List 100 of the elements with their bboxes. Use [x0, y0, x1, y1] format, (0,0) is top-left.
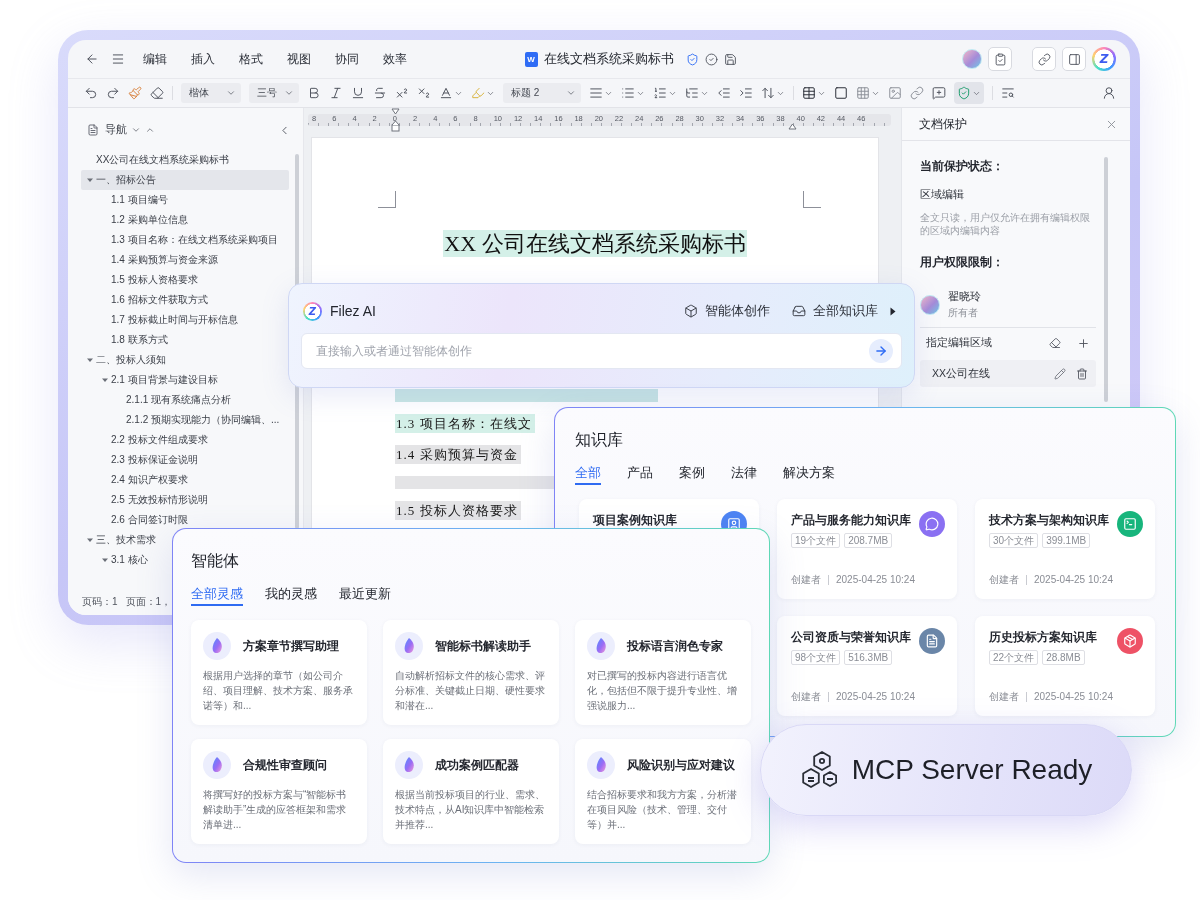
nav-item[interactable]: 1.5 投标人资格要求	[81, 270, 202, 290]
indent-marker-icon[interactable]	[391, 108, 400, 132]
image-icon[interactable]	[888, 86, 902, 100]
square-icon[interactable]	[834, 86, 848, 100]
font-color-icon[interactable]	[439, 86, 453, 100]
outdent-icon[interactable]	[717, 86, 731, 100]
nav-item[interactable]: 三、技术需求	[81, 530, 160, 550]
user-icon[interactable]	[1102, 86, 1116, 100]
clipboard-check-icon[interactable]	[993, 52, 1007, 66]
knowledge-card[interactable]: 技术方案与架构知识库 30个文件 399.1MB 创建者 2025-04-25 10:24	[975, 499, 1155, 599]
tab[interactable]: 最近更新	[339, 586, 391, 606]
link-icon[interactable]	[1037, 52, 1051, 66]
nav-item[interactable]: 1.4 采购预算与资金来源	[81, 250, 222, 270]
comment-icon[interactable]	[932, 86, 946, 100]
clipboard-button[interactable]	[988, 47, 1012, 71]
bullet-list-icon[interactable]	[621, 86, 635, 100]
bold-icon[interactable]	[307, 86, 321, 100]
nav-item[interactable]: 2.1.2 预期实现能力（协同编辑、...	[81, 410, 284, 430]
superscript-icon[interactable]	[395, 86, 409, 100]
margin-marker-icon[interactable]	[788, 123, 797, 130]
chevron-up-icon[interactable]	[145, 125, 155, 135]
action-button[interactable]: 全部知识库	[792, 302, 878, 320]
eraser-icon[interactable]	[1049, 337, 1061, 349]
indent-icon[interactable]	[739, 86, 753, 100]
document-icon[interactable]	[87, 124, 99, 136]
caret-icon[interactable]	[86, 356, 94, 364]
undo-icon[interactable]	[84, 86, 98, 100]
nav-item[interactable]: 1.1 项目编号	[81, 190, 172, 210]
nav-item[interactable]: 1.2 采购单位信息	[81, 210, 192, 230]
font-size-select[interactable]: 三号	[249, 83, 299, 103]
up-down-arrows-icon[interactable]	[761, 86, 775, 100]
menu-icon[interactable]	[111, 52, 125, 66]
tab[interactable]: 解决方案	[783, 465, 835, 485]
panel-icon[interactable]	[1067, 52, 1081, 66]
font-select[interactable]: 楷体	[181, 83, 241, 103]
nav-item[interactable]: 2.1.1 现有系统痛点分析	[81, 390, 236, 410]
caret-icon[interactable]	[86, 536, 94, 544]
nav-item[interactable]: 1.3 项目名称：在线文档系统采购项目	[81, 230, 282, 250]
prompt-field[interactable]: 直接输入或者通过智能体创作	[301, 333, 902, 369]
agent-card[interactable]: 风险识别与应对建议 结合招标要求和我方方案，分析潜在项目风险（技术、管理、交付等）并...	[575, 739, 751, 844]
caret-icon[interactable]	[101, 376, 109, 384]
nav-item[interactable]: 1.7 投标截止时间与开标信息	[81, 310, 242, 330]
align-icon[interactable]	[589, 86, 603, 100]
redo-icon[interactable]	[106, 86, 120, 100]
style-select[interactable]: 标题 2	[503, 83, 581, 103]
agent-card[interactable]: 成功案例匹配器 根据当前投标项目的行业、需求、技术特点，从AI知识库中智能检索并推荐...	[383, 739, 559, 844]
tab[interactable]: 法律	[731, 465, 757, 485]
grid-icon[interactable]	[856, 86, 870, 100]
link-button[interactable]	[1032, 47, 1056, 71]
shield-check-icon[interactable]	[685, 52, 699, 66]
nav-item[interactable]: 二、投标人须知	[81, 350, 170, 370]
knowledge-card[interactable]: 历史投标方案知识库 22个文件 28.8MB 创建者 2025-04-25 10:24	[975, 616, 1155, 716]
edit-icon[interactable]	[1054, 367, 1066, 380]
menu-item[interactable]: 效率	[377, 51, 413, 67]
add-icon[interactable]	[1077, 336, 1090, 350]
nav-item[interactable]: 2.3 投标保证金说明	[81, 450, 202, 470]
delete-icon[interactable]	[1076, 367, 1088, 380]
tab[interactable]: 全部	[575, 465, 601, 485]
caret-icon[interactable]	[101, 556, 109, 564]
caret-icon[interactable]	[86, 176, 94, 184]
subscript-icon[interactable]	[417, 86, 431, 100]
tab[interactable]: 产品	[627, 465, 653, 485]
caret-right-icon[interactable]	[890, 306, 896, 316]
nav-item[interactable]: 一、招标公告	[81, 170, 289, 190]
check-circle-icon[interactable]	[704, 52, 718, 66]
agent-card[interactable]: 合规性审查顾问 将撰写好的投标方案与“智能标书解读助手”生成的应答框架和需求清单进...	[191, 739, 367, 844]
nav-item[interactable]: 1.8 联系方式	[81, 330, 172, 350]
numbered-list-icon[interactable]	[653, 86, 667, 100]
cube-icon[interactable]	[684, 304, 698, 318]
app-logo[interactable]: Z	[1092, 47, 1116, 71]
paintbrush-icon[interactable]	[128, 86, 142, 100]
agent-card[interactable]: 方案章节撰写助理 根据用户选择的章节（如公司介绍、项目理解、技术方案、服务承诺等）和...	[191, 620, 367, 725]
send-button[interactable]	[869, 339, 893, 363]
agent-card[interactable]: 智能标书解读助手 自动解析招标文件的核心需求、评分标准、关键截止日期、硬性要求和潜在...	[383, 620, 559, 725]
search-icon[interactable]	[1001, 86, 1015, 100]
table-icon[interactable]	[802, 86, 816, 100]
nav-item[interactable]: XX公司在线文档系统采购标书	[81, 150, 234, 170]
agent-card[interactable]: 投标语言润色专家 对已撰写的投标内容进行语言优化，包括但不限于提升专业性、增强说服力...	[575, 620, 751, 725]
action-button[interactable]: 智能体创作	[684, 302, 770, 320]
knowledge-card[interactable]: 产品与服务能力知识库 19个文件 208.7MB 创建者 2025-04-25 10:24	[777, 499, 957, 599]
chevron-down-icon[interactable]	[131, 125, 141, 135]
tab[interactable]: 案例	[679, 465, 705, 485]
menu-item[interactable]: 插入	[185, 51, 221, 67]
eraser-icon[interactable]	[150, 86, 164, 100]
nav-item[interactable]: 1.6 招标文件获取方式	[81, 290, 212, 310]
multilevel-list-icon[interactable]	[685, 86, 699, 100]
nav-item[interactable]: 2.6 合同签订时限	[81, 510, 192, 530]
nav-item[interactable]: 2.5 无效投标情形说明	[81, 490, 212, 510]
link-icon[interactable]	[910, 86, 924, 100]
italic-icon[interactable]	[329, 86, 343, 100]
save-icon[interactable]	[723, 52, 737, 66]
nav-item[interactable]: 2.2 投标文件组成要求	[81, 430, 212, 450]
scrollbar-thumb[interactable]	[1104, 157, 1108, 402]
avatar[interactable]	[962, 49, 982, 69]
nav-item[interactable]: 2.4 知识产权要求	[81, 470, 192, 490]
knowledge-card[interactable]: 公司资质与荣誉知识库 98个文件 516.3MB 创建者 2025-04-25 10:24	[777, 616, 957, 716]
menu-item[interactable]: 编辑	[137, 51, 173, 67]
menu-item[interactable]: 格式	[233, 51, 269, 67]
protect-button[interactable]	[954, 82, 984, 104]
underline-icon[interactable]	[351, 86, 365, 100]
